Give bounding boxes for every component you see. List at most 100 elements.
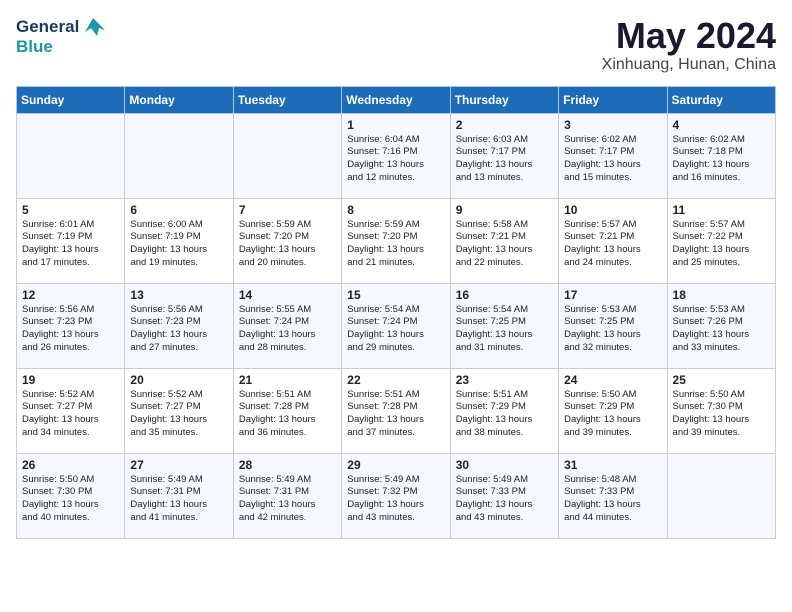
day-info: Sunrise: 5:48 AM Sunset: 7:33 PM Dayligh…: [564, 474, 662, 525]
day-info: Sunrise: 5:56 AM Sunset: 7:23 PM Dayligh…: [22, 304, 120, 355]
logo-text: General: [16, 18, 79, 37]
day-number: 11: [673, 203, 771, 217]
day-cell: 16Sunrise: 5:54 AM Sunset: 7:25 PM Dayli…: [450, 283, 558, 368]
day-number: 12: [22, 288, 120, 302]
day-cell: 26 Sunrise: 5:50 AM Sunset: 7:30 PM Dayli…: [17, 453, 125, 538]
day-info: Sunrise: 5:50 AM Sunset: 7:29 PM Dayligh…: [564, 389, 662, 440]
day-number: 18: [673, 288, 771, 302]
day-cell: 18 Sunrise: 5:53 AM Sunset: 7:26 PM Dayli…: [667, 283, 775, 368]
header-cell-wednesday: Wednesday: [342, 86, 450, 113]
day-info: Sunrise: 5:54 AM Sunset: 7:24 PM Dayligh…: [347, 304, 445, 355]
day-cell: 17 Sunrise: 5:53 AM Sunset: 7:25 PM Dayli…: [559, 283, 667, 368]
day-cell: 23 Sunrise: 5:51 AM Sunset: 7:29 PM Dayli…: [450, 368, 558, 453]
logo: General Blue: [16, 16, 105, 55]
day-info: Sunrise: 6:01 AM Sunset: 7:19 PM Dayligh…: [22, 219, 120, 270]
day-info: Sunrise: 5:50 AM Sunset: 7:30 PM Dayligh…: [673, 389, 771, 440]
logo-icon: [81, 16, 105, 38]
day-info: Sunrise: 5:53 AM Sunset: 7:25 PM Dayligh…: [564, 304, 662, 355]
calendar-table: SundayMondayTuesdayWednesdayThursdayFrid…: [16, 86, 776, 539]
day-cell: 1 Sunrise: 6:04 AM Sunset: 7:16 PM Daylig…: [342, 113, 450, 198]
day-cell: [125, 113, 233, 198]
title-block: May 2024 Xinhuang, Hunan, China: [602, 16, 776, 74]
day-cell: 13 Sunrise: 5:56 AM Sunset: 7:23 PM Dayli…: [125, 283, 233, 368]
day-cell: [667, 453, 775, 538]
day-info: Sunrise: 5:51 AM Sunset: 7:28 PM Dayligh…: [347, 389, 445, 440]
day-number: 25: [673, 373, 771, 387]
day-number: 19: [22, 373, 120, 387]
day-number: 9: [456, 203, 554, 217]
day-info: Sunrise: 5:52 AM Sunset: 7:27 PM Dayligh…: [130, 389, 228, 440]
day-cell: 29Sunrise: 5:49 AM Sunset: 7:32 PM Dayli…: [342, 453, 450, 538]
day-info: Sunrise: 6:00 AM Sunset: 7:19 PM Dayligh…: [130, 219, 228, 270]
day-number: 1: [347, 118, 445, 132]
day-cell: 8 Sunrise: 5:59 AM Sunset: 7:20 PM Daylig…: [342, 198, 450, 283]
day-cell: 14 Sunrise: 5:55 AM Sunset: 7:24 PM Dayli…: [233, 283, 341, 368]
page-header: General Blue May 2024 Xinhuang, Hunan, C…: [16, 16, 776, 74]
week-row-1: 1 Sunrise: 6:04 AM Sunset: 7:16 PM Daylig…: [17, 113, 776, 198]
day-number: 26: [22, 458, 120, 472]
day-info: Sunrise: 5:50 AM Sunset: 7:30 PM Dayligh…: [22, 474, 120, 525]
day-number: 30: [456, 458, 554, 472]
day-cell: 15 Sunrise: 5:54 AM Sunset: 7:24 PM Dayli…: [342, 283, 450, 368]
header-cell-friday: Friday: [559, 86, 667, 113]
location: Xinhuang, Hunan, China: [602, 56, 776, 74]
day-number: 28: [239, 458, 337, 472]
day-number: 14: [239, 288, 337, 302]
week-row-3: 12 Sunrise: 5:56 AM Sunset: 7:23 PM Dayli…: [17, 283, 776, 368]
day-info: Sunrise: 5:56 AM Sunset: 7:23 PM Dayligh…: [130, 304, 228, 355]
day-cell: 11 Sunrise: 5:57 AM Sunset: 7:22 PM Dayli…: [667, 198, 775, 283]
day-info: Sunrise: 6:03 AM Sunset: 7:17 PM Dayligh…: [456, 134, 554, 185]
day-info: Sunrise: 5:54 AM Sunset: 7:25 PM Dayligh…: [456, 304, 554, 355]
day-info: Sunrise: 5:55 AM Sunset: 7:24 PM Dayligh…: [239, 304, 337, 355]
day-cell: 24 Sunrise: 5:50 AM Sunset: 7:29 PM Dayli…: [559, 368, 667, 453]
day-cell: [233, 113, 341, 198]
day-number: 17: [564, 288, 662, 302]
day-cell: 25 Sunrise: 5:50 AM Sunset: 7:30 PM Dayli…: [667, 368, 775, 453]
day-number: 21: [239, 373, 337, 387]
day-info: Sunrise: 5:51 AM Sunset: 7:29 PM Dayligh…: [456, 389, 554, 440]
day-cell: 2 Sunrise: 6:03 AM Sunset: 7:17 PM Daylig…: [450, 113, 558, 198]
header-cell-monday: Monday: [125, 86, 233, 113]
month-title: May 2024: [602, 16, 776, 56]
day-number: 13: [130, 288, 228, 302]
day-info: Sunrise: 5:59 AM Sunset: 7:20 PM Dayligh…: [347, 219, 445, 270]
header-cell-thursday: Thursday: [450, 86, 558, 113]
day-info: Sunrise: 5:59 AM Sunset: 7:20 PM Dayligh…: [239, 219, 337, 270]
day-cell: 5Sunrise: 6:01 AM Sunset: 7:19 PM Daylig…: [17, 198, 125, 283]
header-row: SundayMondayTuesdayWednesdayThursdayFrid…: [17, 86, 776, 113]
day-number: 20: [130, 373, 228, 387]
day-number: 22: [347, 373, 445, 387]
day-cell: 7Sunrise: 5:59 AM Sunset: 7:20 PM Daylig…: [233, 198, 341, 283]
day-cell: 31 Sunrise: 5:48 AM Sunset: 7:33 PM Dayli…: [559, 453, 667, 538]
day-number: 2: [456, 118, 554, 132]
day-info: Sunrise: 5:57 AM Sunset: 7:21 PM Dayligh…: [564, 219, 662, 270]
day-info: Sunrise: 5:52 AM Sunset: 7:27 PM Dayligh…: [22, 389, 120, 440]
day-number: 10: [564, 203, 662, 217]
day-info: Sunrise: 5:49 AM Sunset: 7:31 PM Dayligh…: [130, 474, 228, 525]
day-info: Sunrise: 5:53 AM Sunset: 7:26 PM Dayligh…: [673, 304, 771, 355]
day-cell: 6Sunrise: 6:00 AM Sunset: 7:19 PM Daylig…: [125, 198, 233, 283]
day-cell: 4Sunrise: 6:02 AM Sunset: 7:18 PM Daylig…: [667, 113, 775, 198]
day-cell: 27Sunrise: 5:49 AM Sunset: 7:31 PM Dayli…: [125, 453, 233, 538]
day-number: 8: [347, 203, 445, 217]
day-cell: 10 Sunrise: 5:57 AM Sunset: 7:21 PM Dayli…: [559, 198, 667, 283]
header-cell-tuesday: Tuesday: [233, 86, 341, 113]
day-cell: 12 Sunrise: 5:56 AM Sunset: 7:23 PM Dayli…: [17, 283, 125, 368]
logo-blue: Blue: [16, 38, 105, 55]
day-info: Sunrise: 5:57 AM Sunset: 7:22 PM Dayligh…: [673, 219, 771, 270]
day-number: 15: [347, 288, 445, 302]
day-number: 31: [564, 458, 662, 472]
day-cell: 9Sunrise: 5:58 AM Sunset: 7:21 PM Daylig…: [450, 198, 558, 283]
week-row-5: 26 Sunrise: 5:50 AM Sunset: 7:30 PM Dayli…: [17, 453, 776, 538]
day-cell: 20 Sunrise: 5:52 AM Sunset: 7:27 PM Dayli…: [125, 368, 233, 453]
week-row-2: 5Sunrise: 6:01 AM Sunset: 7:19 PM Daylig…: [17, 198, 776, 283]
day-number: 24: [564, 373, 662, 387]
header-cell-sunday: Sunday: [17, 86, 125, 113]
day-info: Sunrise: 6:04 AM Sunset: 7:16 PM Dayligh…: [347, 134, 445, 185]
day-cell: [17, 113, 125, 198]
week-row-4: 19 Sunrise: 5:52 AM Sunset: 7:27 PM Dayli…: [17, 368, 776, 453]
header-cell-saturday: Saturday: [667, 86, 775, 113]
day-info: Sunrise: 5:49 AM Sunset: 7:32 PM Dayligh…: [347, 474, 445, 525]
day-info: Sunrise: 5:49 AM Sunset: 7:33 PM Dayligh…: [456, 474, 554, 525]
day-number: 23: [456, 373, 554, 387]
